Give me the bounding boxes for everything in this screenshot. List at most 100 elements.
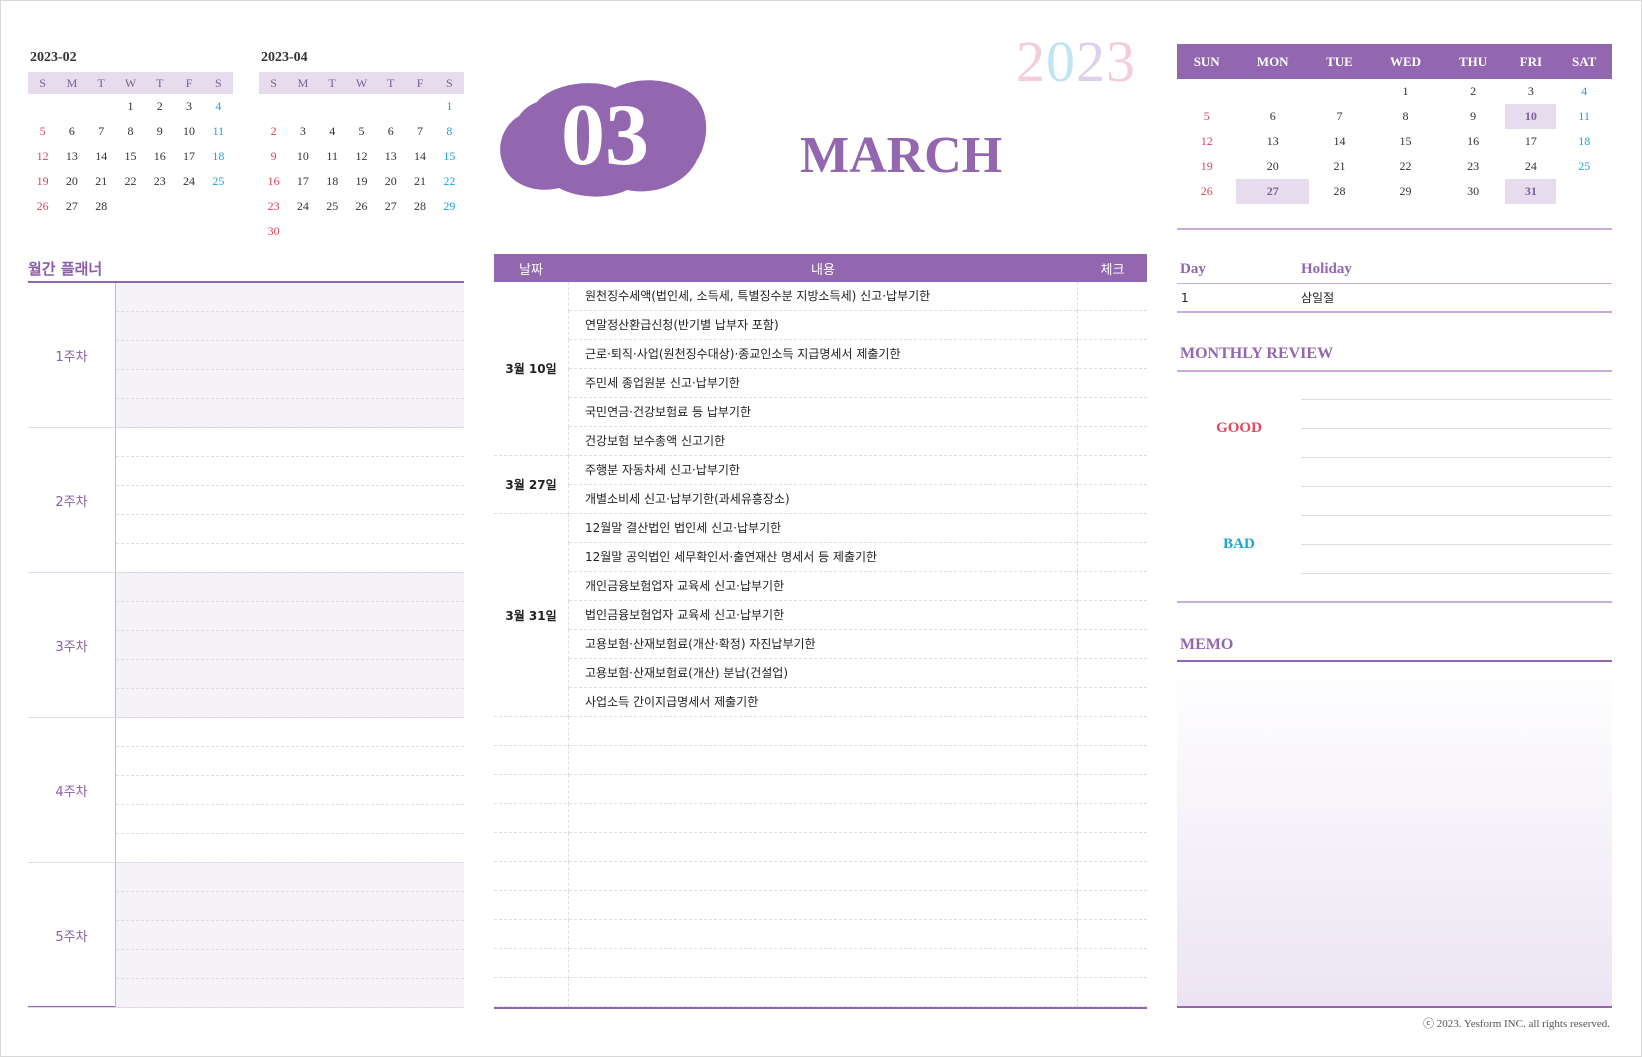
- planner-line: [116, 486, 464, 515]
- schedule-row: [494, 949, 1147, 978]
- planner-week-lines[interactable]: [116, 428, 464, 573]
- month-name: MARCH: [800, 127, 1003, 184]
- schedule-row: [494, 978, 1147, 1007]
- schedule-item[interactable]: [568, 949, 1078, 978]
- schedule-item[interactable]: [568, 920, 1078, 949]
- calendar-day[interactable]: 11: [1556, 104, 1612, 129]
- calendar-day[interactable]: 1: [1370, 79, 1441, 104]
- mini-calendar-day: [57, 94, 86, 119]
- calendar-day[interactable]: 9: [1441, 104, 1505, 129]
- calendar-day[interactable]: 30: [1441, 179, 1505, 204]
- schedule-item[interactable]: 고용보험·산재보험료(개산·확정) 자진납부기한: [568, 630, 1078, 659]
- calendar-day[interactable]: 31: [1505, 179, 1557, 204]
- schedule-row: 개별소비세 신고·납부기한(과세유흥장소): [494, 485, 1147, 514]
- mini-calendar-day: [288, 219, 317, 244]
- mini-calendar-day: 8: [446, 124, 453, 138]
- weekday-header: T: [376, 72, 406, 94]
- schedule-item[interactable]: 국민연금·건강보험료 등 납부기한: [568, 398, 1078, 427]
- main-calendar: SUN MON TUE WED THU FRI SAT 1 2 3 4 5 6 7 8 9 10 11 12 13 1…: [1177, 44, 1612, 204]
- calendar-day[interactable]: 17: [1505, 129, 1556, 154]
- calendar-day[interactable]: 18: [1556, 129, 1612, 154]
- calendar-day[interactable]: 4: [1556, 79, 1612, 104]
- mini-calendar-week: 1: [259, 94, 464, 119]
- planner-week-lines[interactable]: [116, 718, 464, 863]
- mini-calendar-day: [145, 194, 174, 219]
- schedule-item[interactable]: 주민세 종업원분 신고·납부기한: [568, 369, 1078, 398]
- calendar-day[interactable]: 24: [1505, 154, 1556, 179]
- schedule-item[interactable]: [568, 717, 1078, 746]
- year-digit: 0: [1046, 29, 1076, 94]
- holiday-row: 1 삼일절: [1177, 284, 1612, 313]
- calendar-day[interactable]: 12: [1177, 129, 1236, 154]
- schedule-item[interactable]: 연말정산환급신청(반기별 납부자 포함): [568, 311, 1078, 340]
- memo-area[interactable]: [1177, 660, 1612, 1008]
- mini-calendar-day: 19: [355, 174, 368, 188]
- schedule-item[interactable]: [568, 804, 1078, 833]
- schedule-row: [494, 833, 1147, 862]
- schedule-item[interactable]: 건강보험 보수총액 신고기한: [568, 427, 1078, 456]
- schedule-row: 국민연금·건강보험료 등 납부기한: [494, 398, 1147, 427]
- calendar-day[interactable]: 6: [1236, 104, 1309, 129]
- calendar-day[interactable]: 29: [1370, 179, 1441, 204]
- mini-calendar-day: 24: [183, 174, 196, 188]
- mini-calendar-day: 6: [68, 124, 75, 138]
- calendar-day[interactable]: 16: [1441, 129, 1505, 154]
- schedule-item[interactable]: 근로·퇴직·사업(원천징수대상)·종교인소득 지급명세서 제출기한: [568, 340, 1078, 369]
- schedule-item[interactable]: 법인금융보험업자 교육세 신고·납부기한: [568, 601, 1078, 630]
- schedule-row: 개인금융보험업자 교육세 신고·납부기한: [494, 572, 1147, 601]
- weekday-header: S: [259, 72, 289, 94]
- calendar-day[interactable]: 27: [1236, 179, 1309, 204]
- schedule-item[interactable]: [568, 746, 1078, 775]
- mini-calendar-day: 13: [384, 149, 397, 163]
- mini-calendar-day: 17: [296, 174, 309, 188]
- calendar-day[interactable]: 2: [1441, 79, 1505, 104]
- calendar-day[interactable]: 13: [1236, 129, 1309, 154]
- schedule-item[interactable]: [568, 862, 1078, 891]
- mini-calendar-day: 23: [267, 199, 280, 213]
- schedule-item[interactable]: 고용보험·산재보험료(개산) 분납(건설업): [568, 659, 1078, 688]
- calendar-day[interactable]: 20: [1236, 154, 1309, 179]
- schedule-row: 원천징수세액(법인세, 소득세, 특별징수분 지방소득세) 신고·납부기한: [494, 282, 1147, 311]
- planner-line: [116, 544, 464, 573]
- calendar-day[interactable]: 5: [1177, 104, 1236, 129]
- calendar-weekday-header: SUN: [1177, 44, 1237, 79]
- calendar-day[interactable]: 19: [1177, 154, 1236, 179]
- mini-calendar-day: 9: [156, 124, 163, 138]
- mini-calendar-week: 23 24 25 26 27 28 29: [259, 194, 464, 219]
- planner-week-lines[interactable]: [116, 863, 464, 1008]
- calendar-day[interactable]: 15: [1370, 129, 1441, 154]
- calendar-day[interactable]: 10: [1505, 104, 1557, 129]
- calendar-day[interactable]: 23: [1441, 154, 1505, 179]
- calendar-day[interactable]: 14: [1309, 129, 1370, 154]
- mini-calendar-next: 2023-04 SMTWTFS 1 2 3 4 5 6 7 8 9 10 11 12 13 14 15 16 1…: [259, 50, 464, 244]
- calendar-day[interactable]: 28: [1309, 179, 1370, 204]
- schedule-item[interactable]: 개인금융보험업자 교육세 신고·납부기한: [568, 572, 1078, 601]
- schedule-item[interactable]: 12월말 결산법인 법인세 신고·납부기한: [568, 514, 1078, 543]
- schedule-item[interactable]: 개별소비세 신고·납부기한(과세유흥장소): [568, 485, 1078, 514]
- weekday-header: S: [203, 72, 233, 94]
- calendar-day[interactable]: 26: [1177, 179, 1236, 204]
- schedule-item[interactable]: [568, 978, 1078, 1007]
- planner-week-lines[interactable]: [116, 283, 464, 428]
- schedule-item[interactable]: 12월말 공익법인 세무확인서·출연재산 명세서 등 제출기한: [568, 543, 1078, 572]
- calendar-day[interactable]: 7: [1309, 104, 1370, 129]
- calendar-day[interactable]: 22: [1370, 154, 1441, 179]
- mini-calendar-day: [435, 219, 464, 244]
- planner-week-label: 1주차: [28, 283, 116, 427]
- calendar-day[interactable]: 8: [1370, 104, 1441, 129]
- planner-line: [116, 399, 464, 428]
- calendar-day[interactable]: 25: [1556, 154, 1612, 179]
- schedule-item[interactable]: [568, 775, 1078, 804]
- schedule-item[interactable]: [568, 891, 1078, 920]
- calendar-day[interactable]: 21: [1309, 154, 1370, 179]
- schedule-item[interactable]: 주행분 자동차세 신고·납부기한: [568, 456, 1078, 485]
- calendar-day[interactable]: 3: [1505, 79, 1556, 104]
- schedule-row: [494, 717, 1147, 746]
- schedule-item[interactable]: 원천징수세액(법인세, 소득세, 특별징수분 지방소득세) 신고·납부기한: [568, 282, 1078, 311]
- schedule-item[interactable]: [568, 833, 1078, 862]
- calendar-week: 19 20 21 22 23 24 25: [1177, 154, 1612, 179]
- schedule-item[interactable]: 사업소득 간이지급명세서 제출기한: [568, 688, 1078, 717]
- schedule-row: [494, 920, 1147, 949]
- planner-week-lines[interactable]: [116, 573, 464, 718]
- mini-calendar-day: 8: [127, 124, 134, 138]
